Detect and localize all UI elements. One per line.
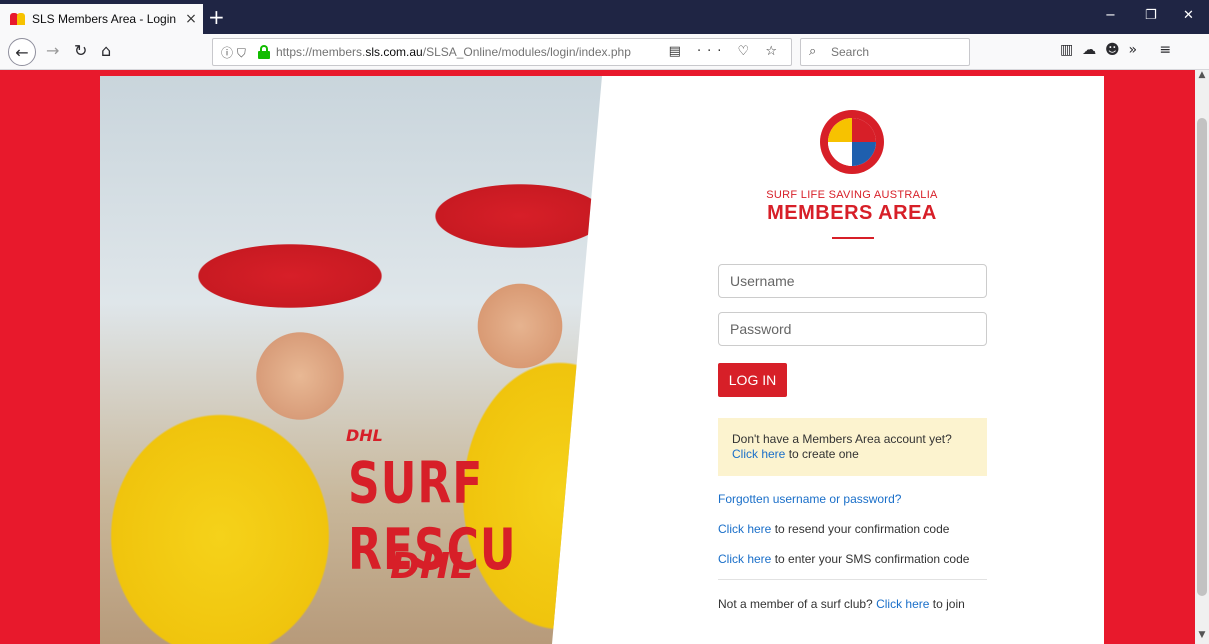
- page-actions-icon[interactable]: ▤ ··· ♡ ☆: [669, 44, 783, 59]
- divider: [718, 579, 987, 580]
- photo-sponsor: DHL: [390, 546, 473, 587]
- url-bar[interactable]: ⓘ ⛉ https://members.sls.com.au/SLSA_Onli…: [212, 38, 792, 66]
- join-prefix: Not a member of a surf club?: [718, 597, 877, 611]
- photo-sponsor-small: DHL: [346, 426, 383, 445]
- search-bar[interactable]: ⌕: [800, 38, 970, 66]
- join-link[interactable]: Click here: [876, 597, 929, 611]
- org-name: SURF LIFE SAVING AUSTRALIA: [766, 189, 938, 201]
- lock-icon: [258, 45, 270, 59]
- url-path: /SLSA_Online/modules/login/index.php: [422, 45, 631, 59]
- favicon-icon: [10, 13, 26, 25]
- info-icon[interactable]: ⓘ ⛉: [221, 44, 246, 61]
- hero-photo: DHL SURF RESCU DHL: [100, 76, 602, 644]
- photo-shirt-text: SURF RESCU: [348, 450, 517, 584]
- login-card: DHL SURF RESCU DHL SURF LIFE SAVING AUST…: [100, 76, 1104, 644]
- minimize-icon[interactable]: −: [1105, 8, 1116, 23]
- back-button[interactable]: ←: [8, 38, 36, 66]
- resend-code-link[interactable]: Click here: [718, 522, 771, 536]
- search-input[interactable]: [831, 45, 961, 59]
- window-close-icon[interactable]: ✕: [1183, 8, 1194, 23]
- tab-bar: SLS Members Area - Login × + − ❐ ✕: [0, 0, 1209, 34]
- sms-text: to enter your SMS confirmation code: [771, 552, 970, 566]
- scroll-up-icon[interactable]: ▲: [1195, 70, 1209, 84]
- notice-text: Don't have a Members Area account yet?: [732, 432, 952, 446]
- nav-bar: ← → ↻ ⌂ ⓘ ⛉ https://members.sls.com.au/S…: [0, 34, 1209, 70]
- tab-close-icon[interactable]: ×: [179, 11, 203, 27]
- arrow-left-icon: ←: [15, 42, 29, 62]
- restore-icon[interactable]: ❐: [1145, 8, 1157, 23]
- search-icon: ⌕: [809, 44, 817, 59]
- sls-logo: [820, 110, 884, 174]
- create-account-notice: Don't have a Members Area account yet? C…: [718, 418, 987, 476]
- forgot-password-link[interactable]: Forgotten username or password?: [718, 492, 901, 506]
- sms-code-link[interactable]: Click here: [718, 552, 771, 566]
- username-input[interactable]: [718, 264, 987, 298]
- home-icon[interactable]: ⌂: [101, 41, 111, 60]
- tab-active[interactable]: SLS Members Area - Login ×: [0, 4, 203, 34]
- password-input[interactable]: [718, 312, 987, 346]
- url-text[interactable]: https://members.sls.com.au/SLSA_Online/m…: [276, 45, 631, 59]
- reload-icon[interactable]: ↻: [74, 41, 87, 60]
- join-suffix: to join: [929, 597, 965, 611]
- notice-suffix: to create one: [785, 447, 859, 461]
- tab-title: SLS Members Area - Login: [32, 12, 177, 26]
- url-domain: sls.com.au: [365, 45, 423, 59]
- create-account-link[interactable]: Click here: [732, 447, 785, 461]
- forward-icon[interactable]: →: [46, 41, 59, 60]
- title-divider: [832, 237, 874, 239]
- scroll-down-icon[interactable]: ▼: [1195, 630, 1209, 644]
- url-prefix: https://members.: [276, 45, 366, 59]
- scroll-thumb[interactable]: [1197, 118, 1207, 596]
- page-title: MEMBERS AREA: [767, 202, 937, 224]
- new-tab-icon[interactable]: +: [208, 5, 225, 29]
- page-scrollbar[interactable]: ▲ ▼: [1195, 70, 1209, 644]
- resend-text: to resend your confirmation code: [771, 522, 950, 536]
- toolbar-icons[interactable]: ▥ ☁ ☻ » ≡: [1060, 42, 1171, 58]
- login-button[interactable]: LOG IN: [718, 363, 787, 397]
